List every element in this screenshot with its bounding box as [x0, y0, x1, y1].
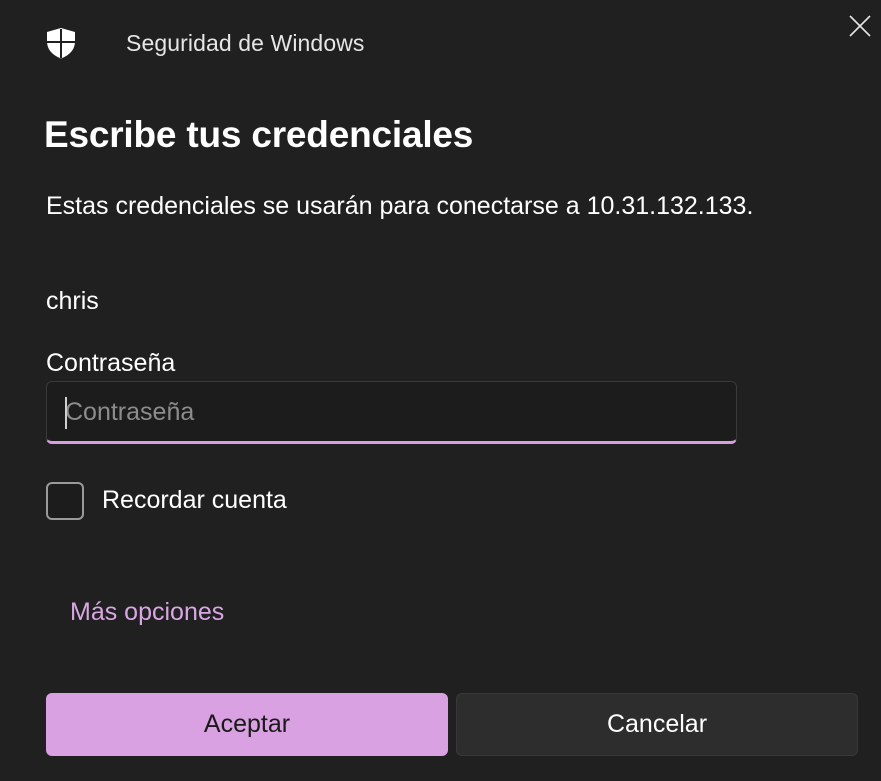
dialog-heading: Escribe tus credenciales: [44, 114, 474, 155]
app-title: Seguridad de Windows: [126, 30, 365, 56]
remember-account-row[interactable]: Recordar cuenta: [46, 480, 287, 521]
password-field[interactable]: [46, 381, 737, 444]
text-caret: [65, 397, 67, 429]
remember-account-label[interactable]: Recordar cuenta: [102, 486, 287, 515]
more-options-link[interactable]: Más opciones: [70, 598, 224, 627]
password-input[interactable]: [65, 394, 725, 430]
close-button[interactable]: [840, 8, 880, 48]
shield-icon: [45, 27, 77, 59]
username-text: chris: [46, 287, 99, 315]
cancel-button[interactable]: Cancelar: [456, 693, 858, 756]
title-bar: Seguridad de Windows: [0, 0, 881, 90]
accept-button[interactable]: Aceptar: [46, 693, 448, 756]
remember-account-checkbox[interactable]: [46, 481, 84, 520]
close-icon: [849, 14, 871, 42]
dialog-description: Estas credenciales se usarán para conect…: [46, 192, 754, 220]
password-label: Contraseña: [46, 349, 176, 377]
credentials-dialog: Seguridad de Windows Escribe tus credenc…: [0, 0, 881, 781]
